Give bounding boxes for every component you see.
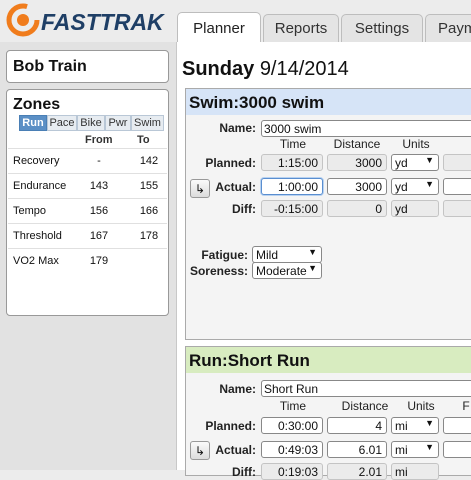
logo-text: FASTTRAK [41,9,165,35]
zone-tab-swim[interactable]: Swim [131,115,164,131]
app-header: FASTTRAK Planner Reports Settings Paym [0,0,471,43]
soreness-label: Soreness: [189,264,248,278]
planned-extra-input[interactable] [443,417,471,434]
chevron-down-icon: ▼ [425,418,434,428]
actual-label: Actual: [215,443,256,457]
diff-extra [443,200,471,217]
soreness-select[interactable]: Moderate ▼ [252,262,322,279]
diff-distance: 2.01 [327,463,387,480]
arrow-return-icon: ↳ [194,181,206,196]
col-units: Units [402,137,430,151]
workout-card-run: Run:Short Run Name: Short Run Time Dista… [185,346,471,480]
actual-extra-input[interactable] [443,441,471,458]
zone-from: 167 [89,230,109,242]
workout-name-input[interactable]: 3000 swim [261,120,471,137]
chevron-down-icon: ▼ [308,247,317,257]
athlete-name: Bob Train [6,50,169,83]
day-weekday: Sunday [182,58,255,80]
planned-label: Planned: [205,419,256,433]
tab-settings[interactable]: Settings [341,14,423,42]
diff-label: Diff: [232,465,256,479]
col-units: Units [407,399,435,413]
fatigue-select[interactable]: Mild ▼ [252,246,322,263]
diff-distance: 0 [327,200,387,217]
zone-from: 156 [89,205,109,217]
zone-name: Threshold [13,230,62,242]
zones-panel: Zones Run Pace Bike Pwr Swim From To Rec… [6,89,169,316]
diff-time: -0:15:00 [261,200,323,217]
planned-time-input[interactable]: 0:30:00 [261,417,323,434]
planned-units-select[interactable]: yd ▼ [391,154,439,171]
col-distance: Distance [341,399,389,413]
planned-distance-input[interactable]: 4 [327,417,387,434]
left-sidebar: Bob Train Zones Run Pace Bike Pwr Swim F… [0,42,176,470]
arrow-return-icon: ↳ [194,443,206,458]
workout-name-input[interactable]: Short Run [261,380,471,397]
tab-planner[interactable]: Planner [177,12,261,43]
zone-to: 166 [139,205,159,217]
chevron-down-icon: ▼ [425,179,434,189]
zone-to: 155 [139,180,159,192]
workout-card-swim: Swim:3000 swim Name: 3000 swim Time Dist… [185,88,471,340]
diff-time: 0:19:03 [261,463,323,480]
chevron-down-icon: ▼ [425,155,434,165]
actual-units-select[interactable]: mi ▼ [391,441,439,458]
zone-row: Threshold 167 178 [8,223,167,248]
zones-col-to: To [137,134,150,146]
actual-extra-input[interactable] [443,178,471,195]
col-distance: Distance [333,137,381,151]
zone-tab-bike[interactable]: Bike [77,115,105,131]
diff-units: mi [391,463,439,480]
zone-to: 142 [139,155,159,167]
name-label: Name: [219,382,256,396]
actual-units-select[interactable]: yd ▼ [391,178,439,195]
diff-units: yd [391,200,439,217]
zone-row: Recovery - 142 [8,148,167,173]
fatigue-label: Fatigue: [201,248,248,262]
planned-time: 1:15:00 [261,154,323,171]
zone-row: Endurance 143 155 [8,173,167,198]
planned-distance: 3000 [327,154,387,171]
workout-header[interactable]: Swim:3000 swim [186,89,471,115]
col-time: Time [279,399,307,413]
actual-distance-input[interactable]: 6.01 [327,441,387,458]
zone-from: 179 [89,255,109,267]
chevron-down-icon: ▼ [308,263,317,273]
zone-to: 178 [139,230,159,242]
planned-label: Planned: [205,156,256,170]
copy-planned-button[interactable]: ↳ [190,179,210,198]
fasttrak-logo[interactable]: FASTTRAK [5,3,175,37]
zone-name: Endurance [13,180,67,192]
workout-header[interactable]: Run:Short Run [186,347,471,373]
day-date: 9/14/2014 [259,58,349,80]
actual-label: Actual: [215,180,256,194]
actual-distance-input[interactable]: 3000 [327,178,387,195]
zone-from: 143 [89,180,109,192]
zone-row: VO2 Max 179 [8,248,167,273]
tab-payments[interactable]: Paym [425,14,471,42]
tab-reports[interactable]: Reports [263,14,339,42]
planned-units-select[interactable]: mi ▼ [391,417,439,434]
col-extra: F [462,399,470,413]
zones-title: Zones [13,96,61,113]
zone-tab-run[interactable]: Run [19,115,47,131]
zone-name: VO2 Max [13,255,59,267]
actual-time-input[interactable]: 0:49:03 [261,441,323,458]
zone-name: Recovery [13,155,60,167]
planned-extra [443,154,471,171]
col-time: Time [279,137,307,151]
day-heading: Sunday 9/14/2014 [182,58,349,81]
diff-label: Diff: [232,202,256,216]
name-label: Name: [219,121,256,135]
copy-planned-button[interactable]: ↳ [190,441,210,460]
zones-col-from: From [85,134,113,146]
zone-tab-pwr[interactable]: Pwr [105,115,131,131]
actual-time-input[interactable]: 1:00:00 [261,178,323,195]
zone-name: Tempo [13,205,47,217]
zone-row: Tempo 156 166 [8,198,167,223]
zone-tab-pace[interactable]: Pace [47,115,77,131]
chevron-down-icon: ▼ [425,442,434,452]
zone-from: - [97,155,101,167]
